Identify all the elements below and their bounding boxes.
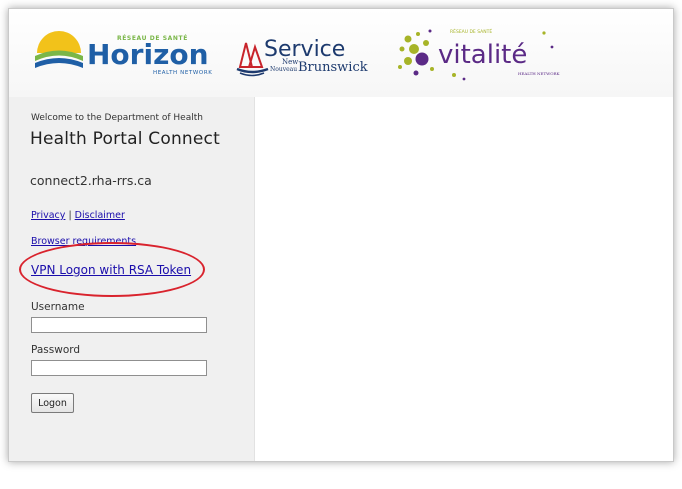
sbn-new-text: New [282,58,298,66]
logon-button[interactable]: Logon [31,393,74,413]
horizon-sub-text: HEALTH NETWORK [153,70,212,76]
privacy-link[interactable]: Privacy [31,210,65,221]
browser-requirements-link[interactable]: Browser requirements [31,236,136,247]
page-header: RÉSEAU DE SANTÉ Horizon HEALTH NETWORK S… [9,9,673,97]
horizon-name: Horizon [87,38,209,71]
vitalite-dots-icon [398,29,434,76]
sidebar: Welcome to the Department of Health Heal… [9,97,255,461]
vitalite-name: vitalité [438,40,527,70]
vitalite-logo: RÉSEAU DE SANTÉ vitalité HEALTH NETWORK [398,27,561,81]
server-name: connect2.rha-rrs.ca [30,173,152,188]
main-content [255,97,673,461]
vitalite-top-text: RÉSEAU DE SANTÉ [450,27,492,35]
sbn-brunswick-text: Brunswick [298,60,368,75]
password-label: Password [31,344,81,356]
horizon-logo: RÉSEAU DE SANTÉ Horizon HEALTH NETWORK [35,31,212,76]
browser-window: RÉSEAU DE SANTÉ Horizon HEALTH NETWORK S… [8,8,674,462]
username-label: Username [31,301,85,313]
policy-links: Privacy | Disclaimer [31,210,125,221]
username-input[interactable] [31,317,207,333]
sbn-service-text: Service [264,37,345,62]
link-separator: | [68,210,72,221]
service-nb-logo: Service New Nouveau Brunswick [236,37,368,77]
disclaimer-link[interactable]: Disclaimer [75,210,125,221]
vitalite-sub-text: HEALTH NETWORK [518,71,561,76]
welcome-text: Welcome to the Department of Health [31,113,203,123]
horizon-emblem [35,31,83,68]
sbn-nouveau-text: Nouveau [270,66,297,73]
page-title: Health Portal Connect [30,129,220,149]
vpn-logon-link[interactable]: VPN Logon with RSA Token [31,263,191,277]
password-input[interactable] [31,360,207,376]
